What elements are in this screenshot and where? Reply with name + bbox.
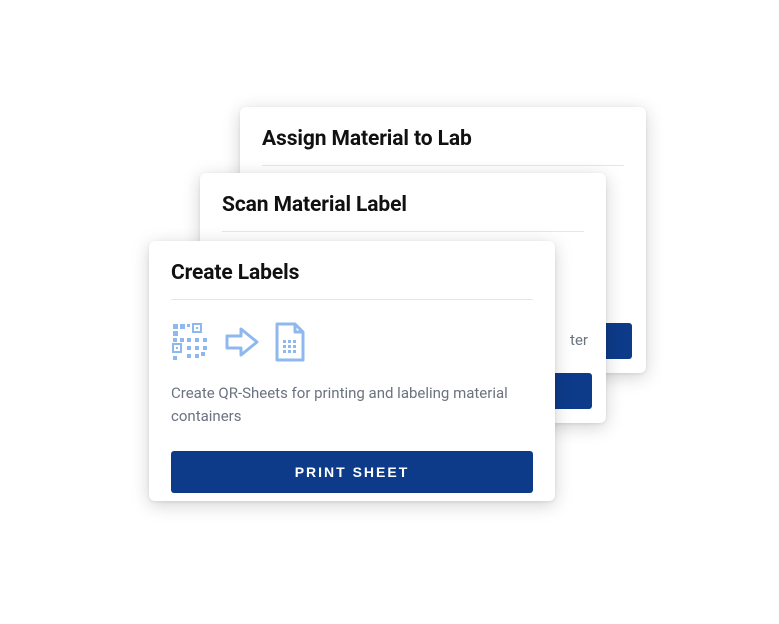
print-sheet-button[interactable]: PRINT SHEET <box>171 451 533 493</box>
card-title: Assign Material to Lab <box>262 127 624 151</box>
divider <box>171 299 533 300</box>
arrow-right-icon <box>223 323 261 361</box>
card-title: Create Labels <box>171 261 533 285</box>
divider <box>222 231 584 232</box>
icon-row <box>171 322 533 362</box>
card-create-labels[interactable]: Create Labels <box>149 241 555 501</box>
divider <box>262 165 624 166</box>
card-title: Scan Material Label <box>222 193 584 217</box>
card-stack: Assign Material to Lab Scan Material Lab… <box>0 0 779 624</box>
sheet-icon <box>273 322 307 362</box>
card-description: Create QR-Sheets for printing and labeli… <box>171 382 533 429</box>
card-action-strip <box>552 373 592 409</box>
text-fragment: ter <box>570 331 588 349</box>
qr-code-icon <box>171 322 211 362</box>
